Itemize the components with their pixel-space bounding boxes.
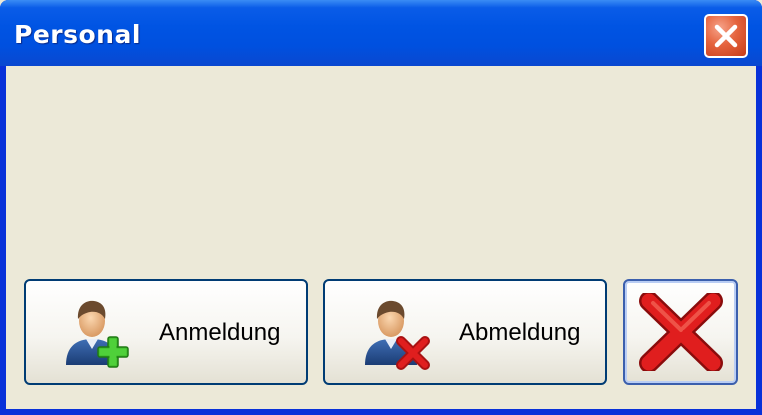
logout-button-label: Abmeldung <box>459 319 581 346</box>
window-close-button[interactable] <box>704 14 748 58</box>
logout-button[interactable]: Abmeldung <box>323 279 607 385</box>
close-icon <box>714 24 738 48</box>
login-button-label: Anmeldung <box>159 319 281 346</box>
title-bar[interactable]: Personal <box>0 0 762 66</box>
dialog-window: Personal Anmeldung Abmeldung <box>0 0 762 415</box>
window-title: Personal <box>14 20 141 49</box>
user-add-icon <box>66 300 129 368</box>
dialog-client-area: Anmeldung Abmeldung <box>6 66 756 409</box>
cancel-x-icon <box>639 293 723 371</box>
user-remove-icon <box>365 300 430 370</box>
cancel-button[interactable] <box>623 279 738 385</box>
login-button[interactable]: Anmeldung <box>24 279 308 385</box>
